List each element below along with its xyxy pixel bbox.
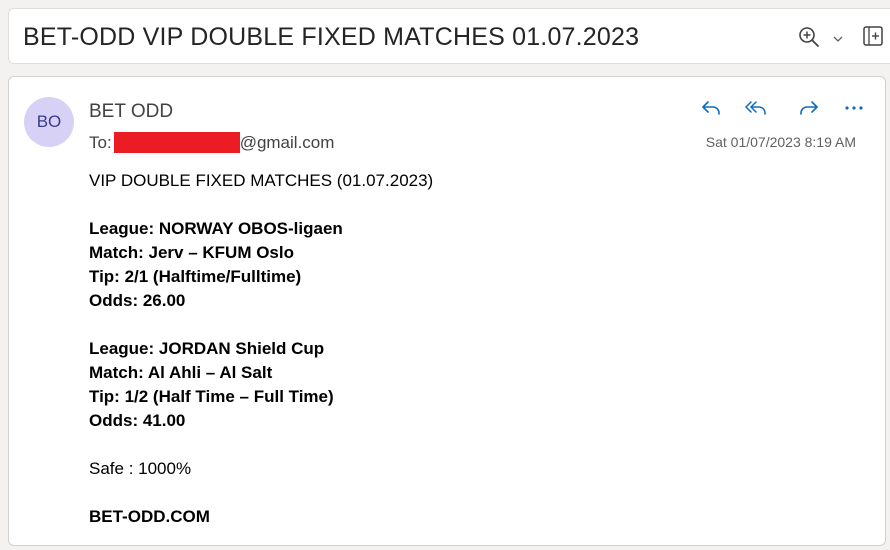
more-icon [842,106,866,124]
subject-bar: BET-ODD VIP DOUBLE FIXED MATCHES 01.07.2… [8,8,890,64]
match1-match: Match: Jerv – KFUM Oslo [89,243,294,262]
forward-button[interactable] [797,96,823,120]
match1-tip: Tip: 2/1 (Halftime/Fulltime) [89,267,302,286]
recipient-line: To: @gmail.com [89,132,334,153]
match1-odds: Odds: 26.00 [89,291,186,310]
reply-icon [699,101,723,124]
message-date: Sat 01/07/2023 8:19 AM [705,134,856,150]
email-subject: BET-ODD VIP DOUBLE FIXED MATCHES 01.07.2… [23,23,640,51]
to-label: To: [89,132,112,152]
reply-all-icon [744,101,768,124]
footer-link: BET-ODD.COM [89,507,210,526]
body-heading: VIP DOUBLE FIXED MATCHES (01.07.2023) [89,171,434,190]
match2-league: League: JORDAN Shield Cup [89,339,325,358]
reply-button[interactable] [699,96,725,120]
match2-tip: Tip: 1/2 (Half Time – Full Time) [89,387,334,406]
message-body: VIP DOUBLE FIXED MATCHES (01.07.2023) Le… [89,169,849,529]
forward-icon [797,101,821,124]
more-actions-button[interactable] [842,96,868,120]
redacted-recipient [113,132,240,153]
open-in-new-window-button[interactable] [862,25,886,49]
reply-all-button[interactable] [744,96,770,120]
open-in-new-window-icon [862,26,884,51]
safe-line: Safe : 1000% [89,459,192,478]
match2-match: Match: Al Ahli – Al Salt [89,363,273,382]
sender-name[interactable]: BET ODD [89,101,173,123]
match2-odds: Odds: 41.00 [89,411,186,430]
match1-league: League: NORWAY OBOS-ligaen [89,219,343,238]
message-card: BO BET ODD To: @gmail.com Sat 01/07/2023… [8,76,886,546]
recipient-domain[interactable]: @gmail.com [240,133,335,153]
zoom-button[interactable] [798,25,843,51]
avatar[interactable]: BO [24,97,74,147]
